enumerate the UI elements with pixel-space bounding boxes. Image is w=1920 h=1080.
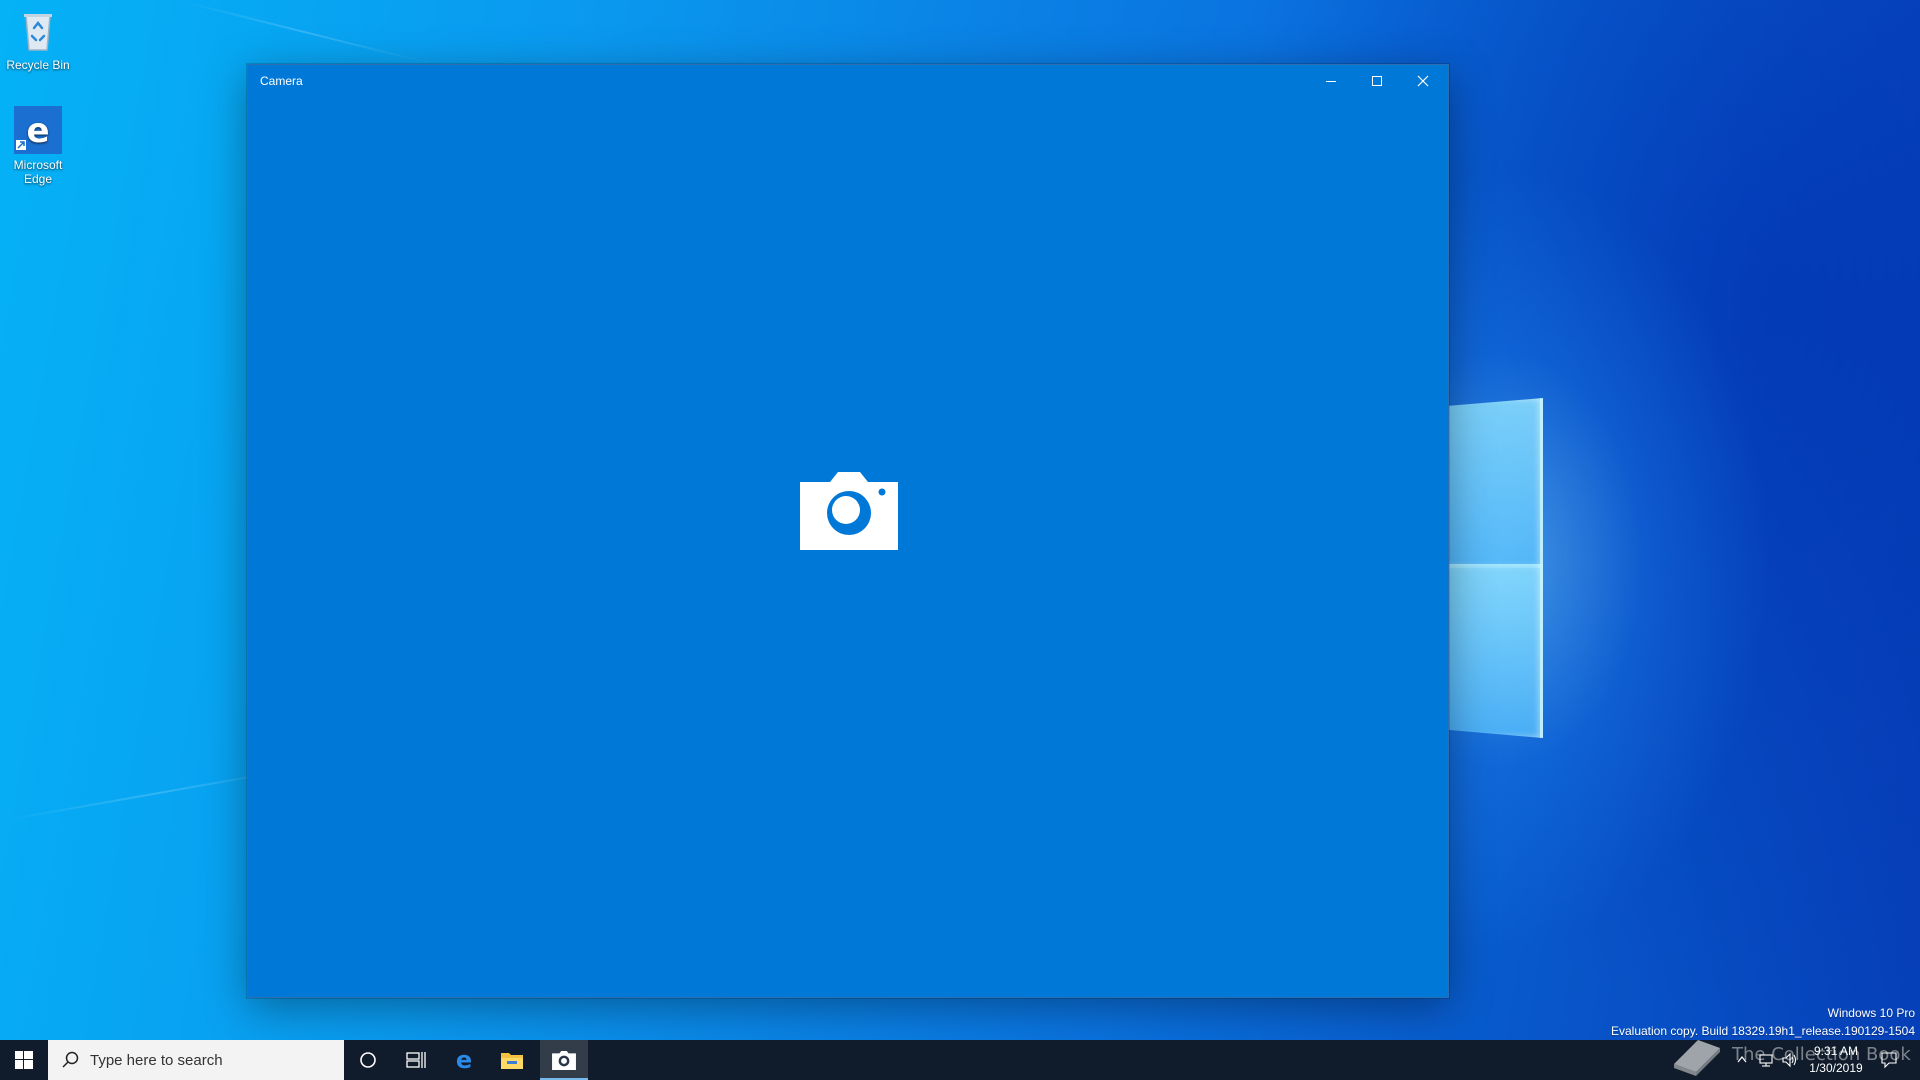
minimize-button[interactable] xyxy=(1308,65,1354,97)
camera-icon xyxy=(800,468,898,550)
desktop-icon-recycle-bin[interactable]: Recycle Bin xyxy=(2,6,74,72)
desktop: Recycle Bin e Microsoft Edge Camera Wind… xyxy=(0,0,1920,1040)
svg-text:e: e xyxy=(26,111,49,151)
build-info-text: Evaluation copy. Build 18329.19h1_releas… xyxy=(1610,1024,1915,1038)
taskbar-camera-button[interactable] xyxy=(540,1040,588,1080)
maximize-icon xyxy=(1372,76,1382,86)
cortana-button[interactable] xyxy=(344,1040,392,1080)
start-button[interactable] xyxy=(0,1040,48,1080)
windows-start-icon xyxy=(15,1051,33,1069)
windows-edition-text: Windows 10 Pro xyxy=(1827,1006,1915,1020)
close-button[interactable] xyxy=(1400,65,1446,97)
cortana-icon xyxy=(360,1052,376,1068)
watermark-text: The Collection Book xyxy=(1732,1044,1911,1065)
maximize-button[interactable] xyxy=(1354,65,1400,97)
svg-text:e: e xyxy=(456,1048,472,1072)
camera-icon xyxy=(552,1050,576,1070)
file-explorer-icon xyxy=(501,1053,523,1069)
book-logo-icon xyxy=(1668,1034,1728,1078)
task-view-icon xyxy=(406,1052,426,1068)
edge-icon: e xyxy=(14,106,62,154)
window-titlebar[interactable]: Camera xyxy=(248,65,1448,97)
search-icon xyxy=(62,1051,79,1068)
wallpaper-streak xyxy=(179,0,433,65)
task-view-button[interactable] xyxy=(392,1040,440,1080)
taskbar-search-box[interactable]: Type here to search xyxy=(48,1040,344,1080)
camera-window[interactable]: Camera xyxy=(247,64,1449,998)
minimize-icon xyxy=(1326,81,1336,82)
recycle-bin-icon xyxy=(14,6,62,54)
window-title: Camera xyxy=(260,74,303,88)
taskbar-file-explorer-button[interactable] xyxy=(488,1040,536,1080)
recycle-bin-label: Recycle Bin xyxy=(6,58,70,72)
edge-label: Microsoft Edge xyxy=(13,158,63,186)
edge-icon: e xyxy=(456,1048,472,1072)
taskbar-edge-button[interactable]: e xyxy=(440,1040,488,1080)
taskbar: Type here to search e 9:31 AM 1/30/2019 xyxy=(0,1040,1920,1080)
search-placeholder: Type here to search xyxy=(90,1051,223,1069)
desktop-icon-edge[interactable]: e Microsoft Edge xyxy=(2,106,74,186)
close-icon xyxy=(1417,75,1429,87)
